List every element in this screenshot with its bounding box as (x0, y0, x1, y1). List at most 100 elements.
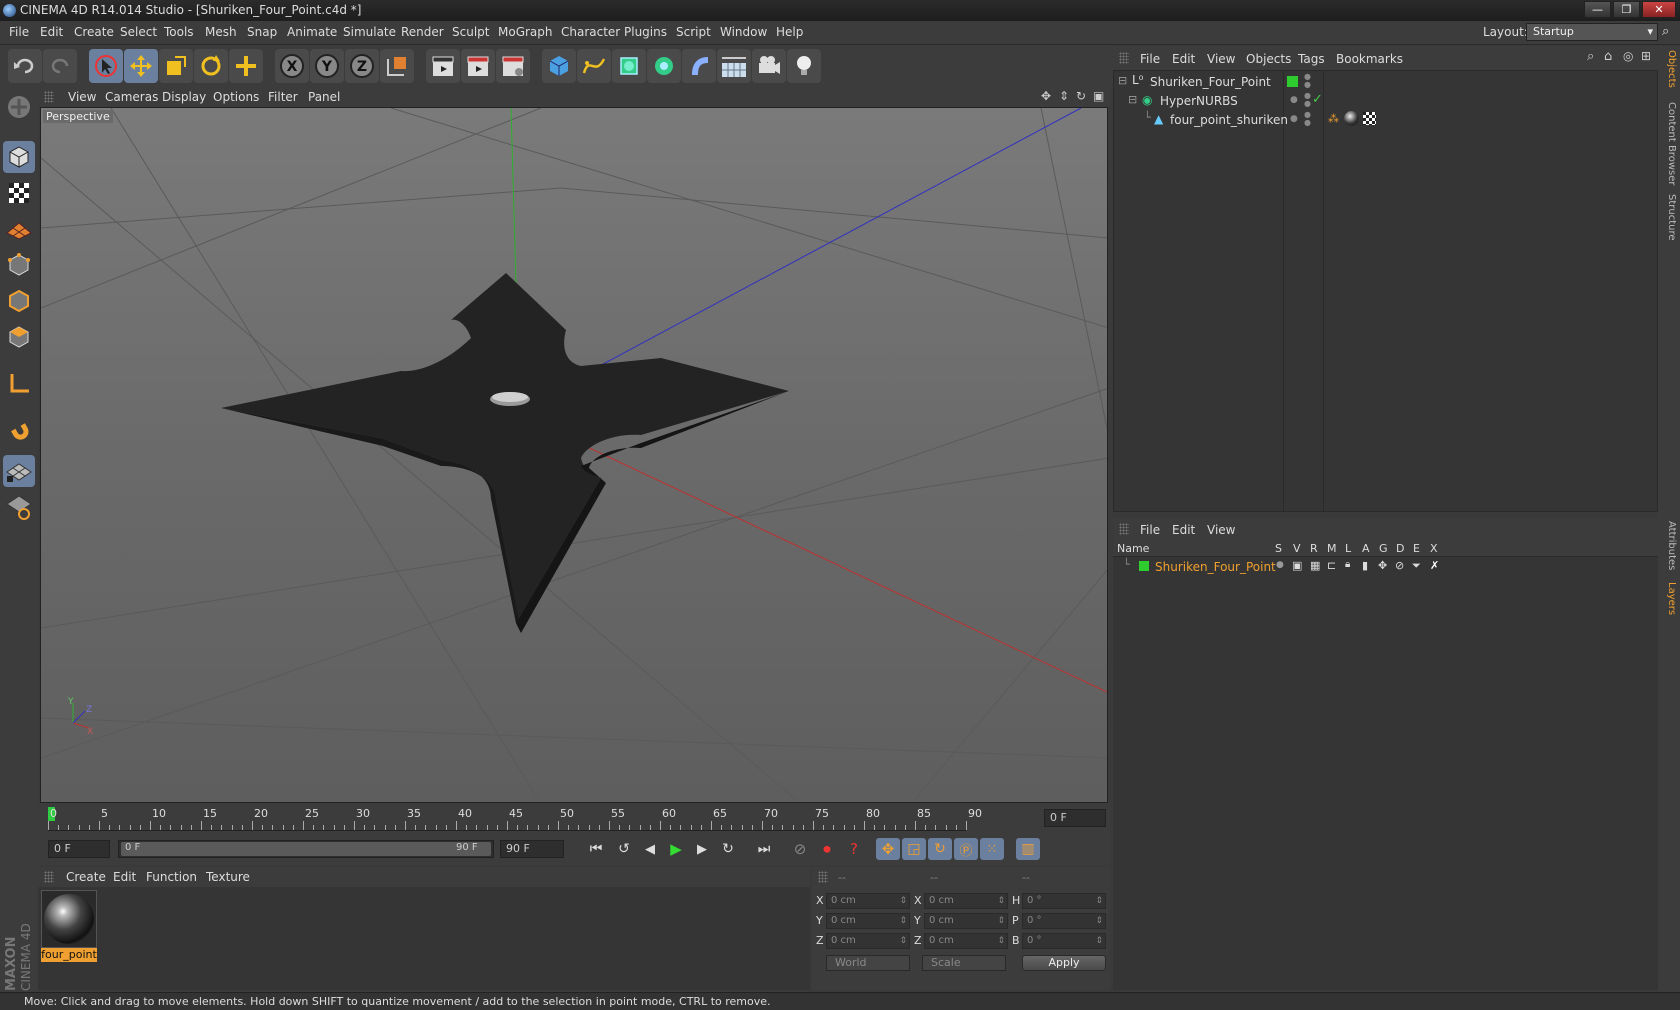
shuriken-model[interactable] (221, 273, 789, 633)
column-view[interactable]: V (1293, 542, 1301, 555)
material-menu-function[interactable]: Function (146, 870, 197, 884)
viewport-menu-view[interactable]: View (68, 90, 96, 104)
record-keyframe-button[interactable]: ⏺ (815, 838, 839, 860)
move-tool-button[interactable] (124, 49, 158, 83)
go-to-next-key-button[interactable]: ↻ (716, 838, 740, 860)
menu-animate[interactable]: Animate (287, 25, 337, 39)
material-tag-icon[interactable] (1344, 111, 1359, 126)
render-toggle-icon[interactable]: ▦ (1310, 559, 1320, 572)
viewport-menu-cameras[interactable]: Cameras (105, 90, 158, 104)
objects-menu-bookmarks[interactable]: Bookmarks (1336, 52, 1403, 66)
perspective-viewport[interactable]: Y X Z Perspective (40, 107, 1108, 803)
menu-edit[interactable]: Edit (40, 25, 63, 39)
tab-objects[interactable]: Objects (1661, 50, 1677, 88)
record-point-level-button[interactable]: ⁙ (980, 838, 1004, 860)
material-swatch[interactable]: four_point (41, 890, 97, 962)
go-to-start-button[interactable]: ⏮ (584, 838, 608, 860)
recent-tool-button[interactable] (229, 49, 263, 83)
objects-menu-edit[interactable]: Edit (1172, 52, 1195, 66)
material-menu-texture[interactable]: Texture (206, 870, 250, 884)
rot-h-field[interactable]: 0 ° (1022, 893, 1106, 909)
record-scale-button[interactable]: ◲ (902, 838, 926, 860)
y-axis-lock-button[interactable]: Y (310, 49, 344, 83)
menu-file[interactable]: File (9, 25, 29, 39)
planar-workplane-button[interactable] (3, 491, 35, 523)
eye-icon[interactable]: ◎ (1623, 49, 1633, 63)
autokeying-button[interactable]: ? (842, 838, 866, 860)
manager-toggle-icon[interactable]: ⊏ (1327, 559, 1336, 572)
solo-toggle[interactable]: ● (1276, 560, 1284, 570)
tab-layers[interactable]: Layers (1661, 582, 1677, 615)
texture-mode-button[interactable] (3, 177, 35, 209)
floor-button[interactable] (717, 49, 751, 83)
panel-grip-icon[interactable] (44, 91, 54, 103)
menu-window[interactable]: Window (720, 25, 767, 39)
search-icon[interactable]: ⌕ (1662, 24, 1669, 39)
step-back-button[interactable]: ◀ (638, 838, 662, 860)
view-toggle-eye-icon[interactable]: ▣ (1292, 559, 1302, 572)
pan-view-icon[interactable]: ✥ (1041, 89, 1051, 103)
search-icon[interactable]: ⌕ (1587, 49, 1594, 64)
coordinate-space-select[interactable]: World (826, 955, 910, 971)
snap-button[interactable] (3, 413, 35, 445)
layer-color-tag[interactable] (1287, 76, 1298, 87)
size-x-field[interactable]: 0 cm (924, 893, 1008, 909)
go-to-previous-key-button[interactable]: ↺ (612, 838, 636, 860)
column-solo[interactable]: S (1275, 542, 1282, 555)
menu-character[interactable]: Character (561, 25, 620, 39)
panel-grip-icon[interactable] (818, 871, 828, 883)
xref-toggle-icon[interactable]: ✗ (1430, 559, 1439, 572)
collapse-icon[interactable]: ⊟ (1118, 74, 1127, 87)
new-window-icon[interactable]: ⊞ (1641, 49, 1651, 63)
apply-button[interactable]: Apply (1022, 955, 1106, 971)
maximize-view-icon[interactable]: ▣ (1093, 89, 1104, 103)
column-manager[interactable]: M (1327, 542, 1337, 555)
tab-attributes[interactable]: Attributes (1661, 521, 1677, 570)
make-editable-button[interactable] (3, 91, 35, 123)
panel-grip-icon[interactable] (1119, 523, 1129, 535)
column-animation[interactable]: A (1362, 542, 1370, 555)
menu-mograph[interactable]: MoGraph (498, 25, 553, 39)
frame-range-slider[interactable]: 0 F 90 F (118, 840, 494, 858)
panel-grip-icon[interactable] (44, 871, 54, 883)
rot-b-field[interactable]: 0 ° (1022, 933, 1106, 949)
close-button[interactable]: ✕ (1642, 1, 1676, 18)
panel-grip-icon[interactable] (1119, 52, 1129, 64)
visibility-dots[interactable]: ● ● (1304, 92, 1311, 108)
scale-tool-button[interactable] (159, 49, 193, 83)
viewport-menu-options[interactable]: Options (213, 90, 259, 104)
record-parameter-button[interactable]: Ⓟ (954, 838, 978, 860)
z-axis-lock-button[interactable]: Z (345, 49, 379, 83)
timeline-ruler[interactable]: 0 5 10 15 20 25 30 35 40 45 50 55 60 65 70 75 80 85 90 0 F (38, 803, 1110, 833)
end-frame-field[interactable]: 90 F (500, 840, 564, 858)
redo-button[interactable] (43, 49, 77, 83)
subdivision-surface-button[interactable] (612, 49, 646, 83)
column-name[interactable]: Name (1117, 542, 1149, 555)
start-frame-field[interactable]: 0 F (48, 840, 110, 858)
tab-content-browser[interactable]: Content Browser (1661, 102, 1677, 185)
restore-button[interactable]: ❐ (1613, 1, 1640, 18)
object-row-shuriken-four-point[interactable]: ⊟ L⁰ Shuriken_Four_Point ● ● (1114, 73, 1657, 92)
visibility-dots[interactable]: ● ● (1304, 111, 1311, 127)
current-frame-field[interactable]: 0 F (1044, 809, 1106, 827)
menu-snap[interactable]: Snap (247, 25, 277, 39)
generators-toggle-icon[interactable]: ✥ (1378, 559, 1387, 572)
coordinate-mode-select[interactable]: Scale (922, 955, 1006, 971)
column-locked[interactable]: L (1345, 542, 1351, 555)
menu-sculpt[interactable]: Sculpt (452, 25, 489, 39)
deformer-button[interactable] (682, 49, 716, 83)
add-cube-button[interactable] (542, 49, 576, 83)
light-button[interactable] (787, 49, 821, 83)
objects-menu-file[interactable]: File (1140, 52, 1160, 66)
coordinate-system-button[interactable] (380, 49, 414, 83)
home-icon[interactable]: ⌂ (1604, 49, 1612, 64)
render-picture-viewer-button[interactable] (461, 49, 495, 83)
column-generators[interactable]: G (1379, 542, 1388, 555)
column-render[interactable]: R (1310, 542, 1318, 555)
objects-menu-objects[interactable]: Objects (1246, 52, 1291, 66)
edges-mode-button[interactable] (3, 285, 35, 317)
axis-mode-button[interactable] (3, 367, 35, 399)
rot-p-field[interactable]: 0 ° (1022, 913, 1106, 929)
expressions-toggle-icon[interactable]: ⏷ (1412, 559, 1421, 573)
spline-pen-button[interactable] (577, 49, 611, 83)
